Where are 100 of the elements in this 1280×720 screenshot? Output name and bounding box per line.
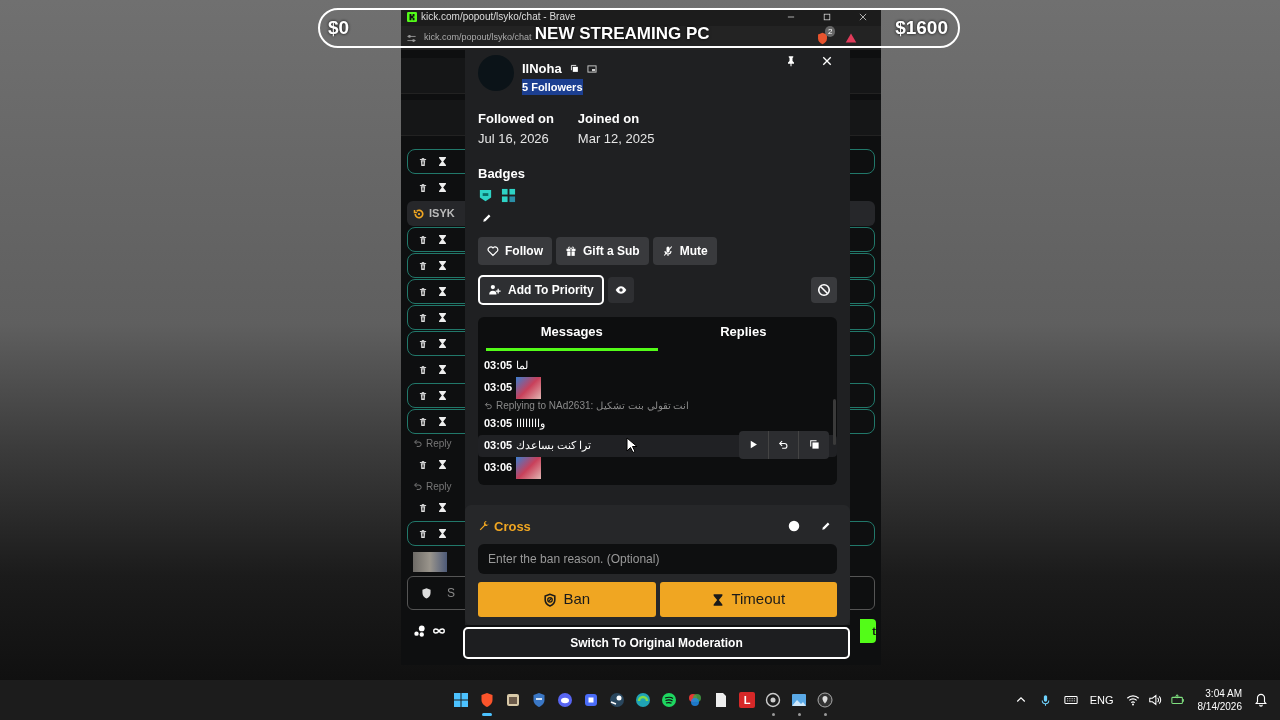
popout-icon[interactable] — [586, 63, 597, 74]
pencil-icon[interactable] — [482, 212, 492, 223]
music-app-icon[interactable] — [661, 692, 677, 708]
trash-icon[interactable] — [418, 312, 428, 323]
reply-link[interactable]: Reply — [426, 478, 452, 494]
tab[interactable]: Messages — [486, 316, 658, 351]
hourglass-icon[interactable] — [437, 459, 448, 470]
window-title: kick.com/popout/lsyko/chat - Brave — [421, 12, 577, 22]
badge-grid-icon — [501, 187, 516, 203]
trash-icon[interactable] — [418, 260, 428, 271]
send-button[interactable]: t — [860, 619, 876, 643]
trash-icon[interactable] — [418, 156, 428, 167]
wifi-icon[interactable] — [1125, 693, 1140, 707]
reply-icon[interactable] — [413, 481, 423, 491]
shield-icon — [543, 592, 558, 607]
trash-icon[interactable] — [418, 528, 428, 539]
block-icon — [817, 282, 831, 297]
document-icon[interactable] — [713, 692, 729, 708]
wrench-icon — [478, 520, 490, 533]
hourglass-icon[interactable] — [437, 286, 448, 297]
timestamp: 03:05 — [484, 380, 513, 396]
close-icon[interactable] — [858, 12, 868, 22]
pencil-icon[interactable] — [821, 521, 831, 532]
triangle-icon[interactable] — [845, 31, 857, 44]
hourglass-icon[interactable] — [437, 234, 448, 245]
shield-count-badge: 2 — [825, 25, 836, 37]
ban-button[interactable]: Ban — [478, 582, 656, 617]
toggle-dot-icon[interactable] — [787, 519, 801, 534]
trash-icon[interactable] — [418, 182, 428, 193]
hourglass-icon[interactable] — [437, 528, 448, 539]
trash-icon[interactable] — [418, 502, 428, 513]
reply-icon[interactable] — [413, 438, 423, 448]
timeout-button[interactable]: Timeout — [659, 582, 837, 617]
copy-icon[interactable] — [569, 64, 579, 74]
dots-icon[interactable] — [413, 624, 427, 638]
trash-icon[interactable] — [418, 234, 428, 245]
record-app-icon[interactable] — [765, 692, 781, 708]
reply-icon — [484, 401, 493, 410]
color-wheel-icon[interactable] — [687, 692, 703, 708]
keyboard-icon[interactable] — [1063, 693, 1078, 707]
add-to-priority-button[interactable]: Add To Priority — [478, 274, 604, 305]
url-text[interactable]: kick.com/popout/lsyko/chat — [424, 31, 532, 45]
timestamp: 03:05 — [484, 358, 513, 374]
joined-label: Joined on — [577, 110, 641, 128]
hourglass-icon[interactable] — [437, 502, 448, 513]
wave-app-icon[interactable] — [635, 692, 651, 708]
hourglass-icon[interactable] — [437, 260, 448, 271]
timestamp: 03:05 — [484, 416, 513, 432]
block-button[interactable] — [811, 276, 837, 303]
running-indicator — [797, 713, 801, 716]
moderation-title: Cross — [494, 517, 532, 536]
message-text: ترا كنت بساعدك — [516, 438, 592, 454]
joined-date: Mar 12, 2025 — [577, 129, 655, 148]
hourglass-icon[interactable] — [437, 390, 448, 401]
username: ISYK — [429, 206, 455, 222]
gift-button[interactable]: Gift a Sub — [556, 236, 649, 265]
clock-time[interactable]: 3:04 AM — [1205, 687, 1242, 700]
shield-app-icon[interactable] — [531, 692, 547, 708]
maximize-icon[interactable] — [822, 12, 832, 22]
cursor-icon — [626, 437, 638, 454]
trash-icon[interactable] — [418, 286, 428, 297]
clock-date[interactable]: 8/14/2026 — [1197, 700, 1242, 713]
notification-bell-icon[interactable] — [1254, 693, 1268, 707]
pin-app-icon[interactable] — [817, 692, 833, 708]
start-icon[interactable] — [453, 692, 469, 708]
switch-moderation-button[interactable]: Switch To Original Moderation — [463, 627, 850, 659]
photo-app-icon[interactable] — [505, 692, 521, 708]
mute-button[interactable]: Mute — [652, 236, 717, 265]
trash-icon[interactable] — [418, 338, 428, 349]
goal-title: NEW STREAMING PC — [534, 25, 710, 42]
ban-reason-field[interactable]: Enter the ban reason. (Optional) — [478, 544, 837, 574]
reply-link[interactable]: Reply — [426, 435, 452, 451]
letter-app-button[interactable]: L — [739, 692, 755, 708]
chat-bubble-icon[interactable] — [557, 692, 573, 708]
hourglass-icon[interactable] — [437, 312, 448, 323]
emote-image — [516, 376, 542, 399]
trash-icon[interactable] — [418, 364, 428, 375]
landscape-app-icon[interactable] — [791, 692, 807, 708]
reply-context-text: Replying to NAd2631: انت تقولي بنت تشكيل — [496, 399, 690, 413]
battery-icon[interactable] — [1169, 693, 1186, 707]
trash-icon[interactable] — [418, 416, 428, 427]
eye-button[interactable] — [607, 276, 634, 303]
pin-icon[interactable] — [785, 55, 797, 67]
hourglass-icon[interactable] — [437, 182, 448, 193]
message-text: واااااااا — [516, 416, 546, 432]
hourglass-icon[interactable] — [437, 338, 448, 349]
eye-icon — [614, 283, 627, 296]
language-indicator[interactable]: ENG — [1089, 691, 1114, 709]
follow-button[interactable]: Follow — [478, 236, 552, 265]
copy-icon — [808, 439, 820, 450]
hourglass-icon[interactable] — [437, 416, 448, 427]
shield-icon — [420, 586, 433, 600]
trash-icon[interactable] — [418, 459, 428, 470]
tab[interactable]: Replies — [657, 316, 829, 351]
square-app-icon[interactable] — [583, 692, 599, 708]
hourglass-icon[interactable] — [437, 156, 448, 167]
volume-icon[interactable] — [1147, 693, 1162, 707]
trash-icon[interactable] — [418, 390, 428, 401]
hourglass-icon[interactable] — [437, 364, 448, 375]
followed-label: Followed on — [478, 110, 554, 128]
